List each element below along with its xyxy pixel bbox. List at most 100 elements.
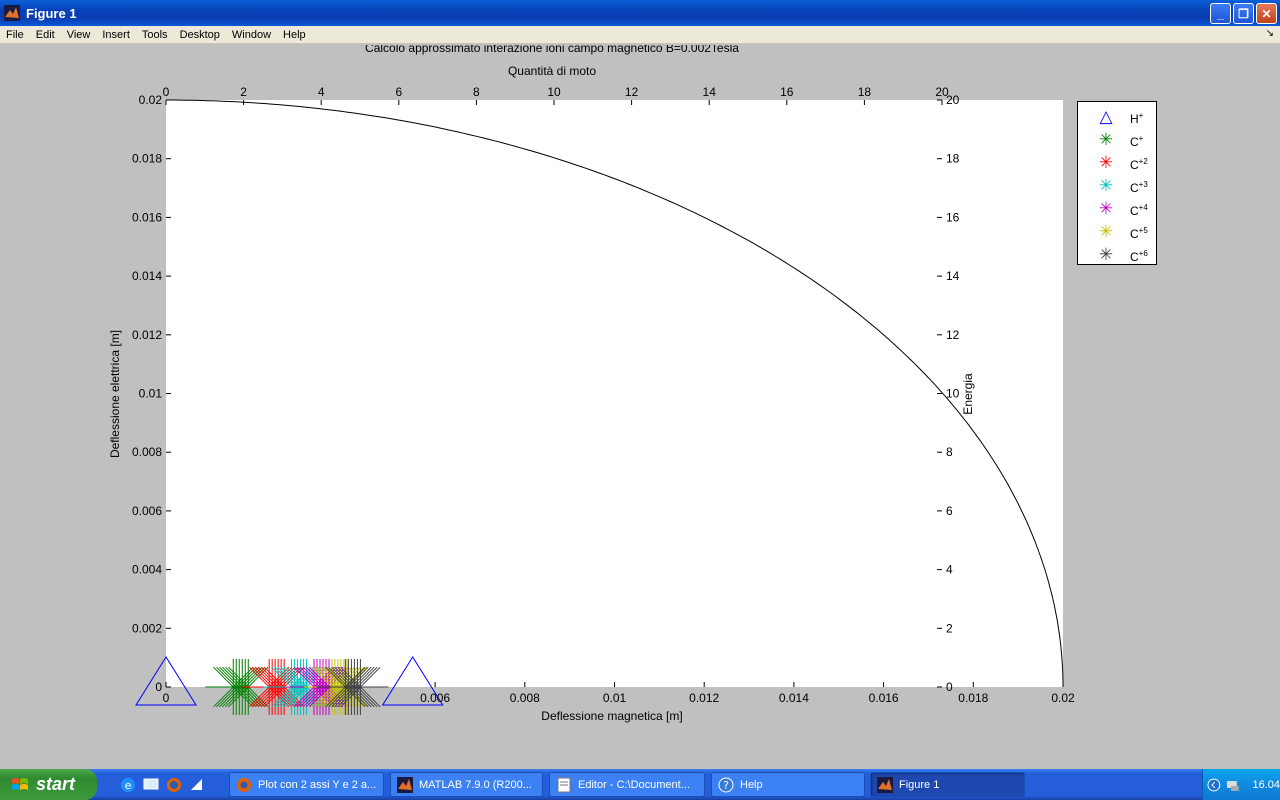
close-button[interactable]: ✕	[1256, 3, 1277, 24]
start-button[interactable]: start	[0, 769, 97, 800]
menu-desktop[interactable]: Desktop	[174, 29, 226, 41]
start-label: start	[36, 774, 76, 794]
triangle-marker-icon: △	[1099, 107, 1113, 126]
editor-icon	[557, 777, 571, 792]
desktop-icon[interactable]	[142, 776, 160, 794]
taskbar-button[interactable]: ? Help	[711, 772, 865, 797]
firefox-icon[interactable]	[165, 776, 183, 794]
x2-tick-label: 2	[240, 85, 247, 99]
taskbar-button-label: Plot con 2 assi Y e 2 a...	[258, 778, 377, 791]
y-tick-label: 0.002	[132, 621, 162, 635]
x2-tick-label: 16	[780, 85, 794, 99]
taskbar-button[interactable]: Editor - C:\Document...	[549, 772, 705, 797]
y-tick-label: 0.016	[132, 210, 162, 224]
system-tray: 16.04	[1202, 769, 1280, 800]
legend-label: H+	[1130, 111, 1144, 126]
taskbar-button[interactable]: Figure 1	[870, 772, 1025, 797]
legend-label: C+4	[1130, 203, 1148, 218]
taskbar-button-label: MATLAB 7.9.0 (R200...	[419, 778, 532, 791]
x-tick-label: 0.018	[958, 691, 988, 705]
star-marker-icon: ✳	[1098, 130, 1114, 149]
minimize-button[interactable]: _	[1210, 3, 1231, 24]
x2-tick-label: 12	[625, 85, 639, 99]
y-tick-label: 0.018	[132, 152, 162, 166]
help-icon: ?	[718, 777, 734, 792]
y2-tick-label: 2	[946, 621, 953, 635]
legend-entry: ✳ C+4	[1078, 198, 1156, 221]
x2-tick-label: 0	[163, 85, 170, 99]
legend-label: C+3	[1130, 180, 1148, 195]
chevron-left-icon[interactable]	[1207, 778, 1221, 792]
legend-label: C+2	[1130, 157, 1148, 172]
maximize-button[interactable]: ❐	[1233, 3, 1254, 24]
svg-text:?: ?	[723, 779, 729, 792]
x2-tick-label: 18	[858, 85, 872, 99]
x-tick-label: 0.02	[1051, 691, 1075, 705]
menu-bar: File Edit View Insert Tools Desktop Wind…	[0, 26, 1280, 44]
y-tick-label: 0.02	[139, 93, 163, 107]
x-tick-label: 0	[163, 691, 170, 705]
y2-tick-label: 8	[946, 445, 953, 459]
menu-edit[interactable]: Edit	[30, 29, 61, 41]
figure-area: 0 0.006 0.008 0.01 0.012 0.014 0.016 0.018 0.02 0…	[0, 45, 1280, 769]
matlab-icon	[4, 5, 20, 21]
legend-entry: ✳ C+6	[1078, 244, 1156, 267]
legend-label: C+	[1130, 134, 1144, 149]
windows-flag-icon	[12, 777, 28, 790]
dock-arrow-icon[interactable]: ↘	[1266, 28, 1274, 39]
window-title: Figure 1	[26, 5, 77, 21]
legend-entry: ✳ C+5	[1078, 221, 1156, 244]
x-tick-label: 0.016	[869, 691, 899, 705]
legend-entry: ✳ C+	[1078, 129, 1156, 152]
y2-tick-label: 20	[946, 93, 960, 107]
menu-tools[interactable]: Tools	[136, 29, 174, 41]
taskbar-button[interactable]: Plot con 2 assi Y e 2 a...	[229, 772, 384, 797]
x-tick-label: 0.006	[420, 691, 450, 705]
legend-entry: ✳ C+3	[1078, 175, 1156, 198]
y-tick-label: 0.014	[132, 269, 162, 283]
marker-cplus6	[332, 659, 389, 715]
y-axis-label: Deflessione elettrica [m]	[108, 330, 122, 458]
x2-tick-label: 14	[703, 85, 717, 99]
x-tick-label: 0.014	[779, 691, 809, 705]
taskbar: start e Plot con 2 assi Y e 2 a... MATLAB…	[0, 769, 1280, 800]
chart-title: Calcolo approssimato interazione ioni ca…	[365, 45, 739, 55]
y2-tick-label: 16	[946, 210, 960, 224]
y2-tick-label: 0	[946, 680, 953, 694]
arrow-icon[interactable]	[188, 776, 206, 794]
legend-label: C+6	[1130, 249, 1148, 264]
ie-icon[interactable]: e	[119, 776, 137, 794]
plot-area	[166, 100, 1063, 687]
taskbar-button-label: Help	[740, 778, 763, 791]
chart-legend[interactable]: △ H+ ✳ C+ ✳ C+2 ✳ C+3 ✳ C+4 ✳ C+5 ✳ C+6	[1077, 101, 1157, 265]
y-tick-label: 0.012	[132, 328, 162, 342]
x-tick-label: 0.012	[689, 691, 719, 705]
x-tick-label: 0.01	[603, 691, 627, 705]
star-marker-icon: ✳	[1098, 245, 1114, 264]
matlab-icon	[397, 776, 413, 793]
y2-axis-label: Energia	[961, 373, 975, 415]
menu-view[interactable]: View	[61, 29, 97, 41]
x2-axis-label: Quantità di moto	[508, 64, 596, 78]
firefox-icon	[237, 777, 251, 792]
legend-label: C+5	[1130, 226, 1148, 241]
menu-window[interactable]: Window	[226, 29, 277, 41]
network-icon[interactable]	[1225, 777, 1241, 793]
menu-file[interactable]: File	[0, 29, 30, 41]
taskbar-button-label: Figure 1	[899, 778, 940, 791]
y-tick-label: 0.008	[132, 445, 162, 459]
x2-tick-label: 10	[547, 85, 561, 99]
window-titlebar: Figure 1 _ ❐ ✕	[0, 0, 1280, 26]
taskbar-button[interactable]: MATLAB 7.9.0 (R200...	[390, 772, 543, 797]
svg-text:e: e	[125, 779, 132, 792]
y-tick-label: 0.006	[132, 504, 162, 518]
y2-tick-label: 6	[946, 504, 953, 518]
x-axis-label: Deflessione magnetica [m]	[541, 709, 682, 723]
star-marker-icon: ✳	[1098, 176, 1114, 195]
menu-insert[interactable]: Insert	[96, 29, 136, 41]
clock[interactable]: 16.04	[1252, 779, 1280, 791]
taskbar-button-label: Editor - C:\Document...	[578, 778, 690, 791]
menu-help[interactable]: Help	[277, 29, 312, 41]
y-tick-label: 0	[155, 680, 162, 694]
star-marker-icon: ✳	[1098, 199, 1114, 218]
